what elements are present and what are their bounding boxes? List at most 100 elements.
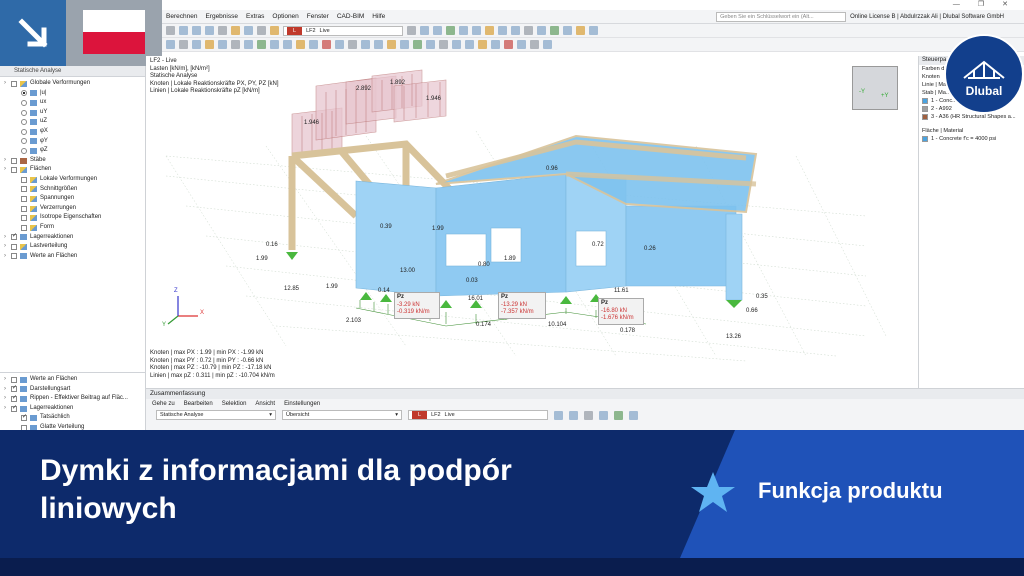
- toolbar-button[interactable]: [257, 26, 266, 35]
- toolbar-button[interactable]: [179, 26, 188, 35]
- checkbox[interactable]: [21, 215, 27, 222]
- toolbar-button[interactable]: [478, 40, 487, 49]
- toolbar-button[interactable]: [244, 26, 253, 35]
- toolbar-button[interactable]: [491, 40, 500, 49]
- surface-material-row[interactable]: 1 - Concrete f'c = 4000 psi: [919, 135, 1024, 143]
- toolbar-button[interactable]: [511, 26, 520, 35]
- toolbar-button[interactable]: [563, 26, 572, 35]
- checkbox[interactable]: [11, 404, 17, 413]
- checkbox[interactable]: [21, 176, 27, 183]
- checkbox[interactable]: [11, 167, 17, 174]
- expand-chevron-icon[interactable]: ›: [4, 385, 11, 395]
- navigator-item[interactable]: Isotrope Eigenschaften: [4, 213, 145, 223]
- toolbar-button[interactable]: [524, 26, 533, 35]
- toolbar-button[interactable]: [554, 410, 563, 420]
- radio-button[interactable]: [21, 147, 27, 154]
- toolbar-button[interactable]: [322, 40, 331, 49]
- checkbox[interactable]: [11, 394, 17, 404]
- display-item[interactable]: Tatsächlich: [4, 413, 146, 423]
- checkbox[interactable]: [21, 413, 27, 423]
- expand-chevron-icon[interactable]: ›: [4, 165, 11, 175]
- radio-button[interactable]: [21, 109, 27, 116]
- toolbar-button[interactable]: [244, 40, 253, 49]
- navigator-item[interactable]: uY: [4, 108, 145, 118]
- checkbox[interactable]: [21, 224, 27, 231]
- toolbar-button[interactable]: [465, 40, 474, 49]
- checkbox[interactable]: [11, 376, 17, 383]
- checkbox[interactable]: [21, 205, 27, 212]
- summary-menu-goto[interactable]: Gehe zu: [152, 399, 175, 409]
- toolbar-button[interactable]: [218, 26, 227, 35]
- navigator-item[interactable]: Schnittgrößen: [4, 185, 145, 195]
- menu-item-extras[interactable]: Extras: [242, 13, 268, 20]
- toolbar-button[interactable]: [166, 40, 175, 49]
- navigator-item[interactable]: › Stäbe: [4, 156, 145, 166]
- checkbox[interactable]: [11, 80, 17, 87]
- menu-item-cad-bim[interactable]: CAD-BIM: [333, 13, 368, 20]
- radio-button[interactable]: [21, 138, 27, 145]
- checkbox[interactable]: [11, 384, 17, 394]
- toolbar-button[interactable]: [218, 40, 227, 49]
- toolbar-button[interactable]: [179, 40, 188, 49]
- toolbar-button[interactable]: [231, 40, 240, 49]
- toolbar-button[interactable]: [629, 410, 638, 420]
- expand-chevron-icon[interactable]: ›: [4, 252, 11, 262]
- navigator-item[interactable]: › Lagerreaktionen: [4, 232, 145, 243]
- toolbar-button[interactable]: [192, 26, 201, 35]
- checkbox[interactable]: [11, 232, 17, 242]
- toolbar-button[interactable]: [270, 26, 279, 35]
- toolbar-button[interactable]: [576, 26, 585, 35]
- toolbar-button[interactable]: [426, 40, 435, 49]
- toolbar-button[interactable]: [537, 26, 546, 35]
- toolbar-button[interactable]: [589, 26, 598, 35]
- menu-item-fenster[interactable]: Fenster: [303, 13, 333, 20]
- display-item[interactable]: › Rippen - Effektiver Beitrag auf Fläc...: [4, 394, 146, 404]
- display-item[interactable]: › Darstellungsart: [4, 384, 146, 395]
- summary-menu-settings[interactable]: Einstellungen: [284, 399, 320, 409]
- toolbar-button[interactable]: [420, 26, 429, 35]
- toolbar-button[interactable]: [374, 40, 383, 49]
- toolbar-button[interactable]: [517, 40, 526, 49]
- toolbar-button[interactable]: [452, 40, 461, 49]
- close-button[interactable]: ✕: [1002, 0, 1008, 10]
- navigator-item[interactable]: › Werte an Flächen: [4, 252, 145, 262]
- toolbar-button[interactable]: [459, 26, 468, 35]
- summary-menu-view[interactable]: Ansicht: [255, 399, 275, 409]
- checkbox[interactable]: [21, 186, 27, 193]
- toolbar-button[interactable]: [205, 40, 214, 49]
- toolbar-button[interactable]: [433, 26, 442, 35]
- toolbar-button[interactable]: [485, 26, 494, 35]
- summary-menu-edit[interactable]: Bearbeiten: [184, 399, 213, 409]
- toolbar-button[interactable]: [348, 40, 357, 49]
- menu-item-ergebnisse[interactable]: Ergebnisse: [201, 13, 242, 20]
- summary-loadcase-select[interactable]: L LF2 Live: [408, 410, 548, 420]
- toolbar-button[interactable]: [504, 40, 513, 49]
- display-item[interactable]: › Werte an Flächen: [4, 375, 146, 385]
- expand-chevron-icon[interactable]: ›: [4, 242, 11, 252]
- menu-item-hilfe[interactable]: Hilfe: [368, 13, 389, 20]
- radio-button[interactable]: [21, 119, 27, 126]
- navigator-item[interactable]: uZ: [4, 117, 145, 127]
- expand-chevron-icon[interactable]: ›: [4, 404, 11, 414]
- toolbar-button[interactable]: [407, 26, 416, 35]
- toolbar-button[interactable]: [361, 40, 370, 49]
- restore-button[interactable]: ❐: [978, 0, 984, 10]
- navigator-item[interactable]: › Globale Verformungen: [4, 79, 145, 89]
- toolbar-button[interactable]: [283, 40, 292, 49]
- expand-chevron-icon[interactable]: ›: [4, 79, 11, 89]
- toolbar-button[interactable]: [296, 40, 305, 49]
- navigator-item[interactable]: Verzerrungen: [4, 204, 145, 214]
- toolbar-button[interactable]: [614, 410, 623, 420]
- navigator-item[interactable]: Spannungen: [4, 194, 145, 204]
- toolbar-button[interactable]: [400, 40, 409, 49]
- loadcase-select[interactable]: L LF2 Live: [283, 25, 403, 36]
- expand-chevron-icon[interactable]: ›: [4, 375, 11, 385]
- navigator-item[interactable]: Lokale Verformungen: [4, 175, 145, 185]
- menu-item-berechnen[interactable]: Berechnen: [162, 13, 201, 20]
- navigator-item[interactable]: φZ: [4, 146, 145, 156]
- toolbar-button[interactable]: [498, 26, 507, 35]
- menu-item-optionen[interactable]: Optionen: [268, 13, 302, 20]
- display-item[interactable]: › Lagerreaktionen: [4, 404, 146, 414]
- checkbox[interactable]: [11, 157, 17, 164]
- toolbar-button[interactable]: [472, 26, 481, 35]
